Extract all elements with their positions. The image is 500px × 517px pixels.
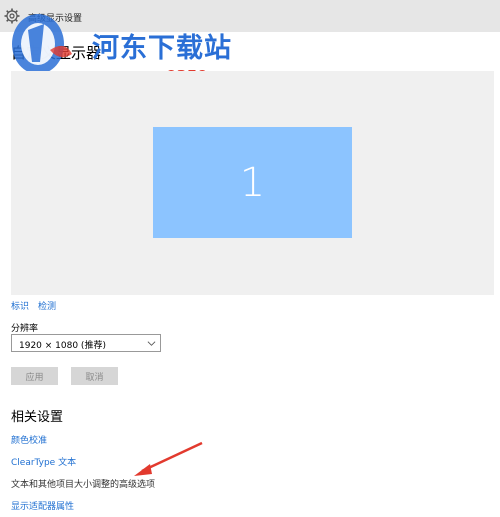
identify-link[interactable]: 标识 <box>11 299 29 312</box>
display-arrangement-area[interactable]: 1 <box>11 71 494 295</box>
resolution-dropdown[interactable]: 1920 × 1080 (推荐) <box>11 334 161 352</box>
watermark-logo-icon <box>12 14 72 74</box>
detect-link[interactable]: 检测 <box>38 299 56 312</box>
display-adapter-properties-link[interactable]: 显示适配器属性 <box>11 499 74 512</box>
resolution-label: 分辨率 <box>11 324 39 334</box>
chevron-down-icon <box>147 341 156 346</box>
cleartype-text-link[interactable]: ClearType 文本 <box>11 455 76 468</box>
monitor-tile[interactable]: 1 <box>153 127 352 238</box>
color-calibration-link[interactable]: 颜色校准 <box>11 433 47 446</box>
related-settings-heading: 相关设置 <box>11 410 64 425</box>
red-arrow-annotation <box>134 441 203 476</box>
cancel-button[interactable]: 取消 <box>71 367 118 385</box>
monitor-number: 1 <box>239 159 266 206</box>
watermark-name: 河东下载站 <box>92 33 232 64</box>
apply-button[interactable]: 应用 <box>11 367 58 385</box>
resolution-value: 1920 × 1080 (推荐) <box>19 341 106 351</box>
